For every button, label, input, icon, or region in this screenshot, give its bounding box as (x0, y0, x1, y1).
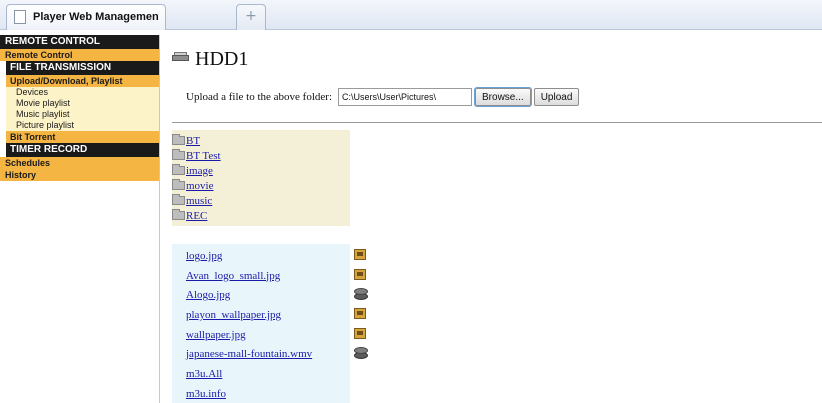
file-row: logo.jpg (172, 246, 366, 266)
disc-icon[interactable] (354, 347, 368, 360)
folder-link-bt-test[interactable]: BT Test (186, 150, 221, 162)
upload-label: Upload a file to the above folder: (186, 91, 333, 103)
file-row: Alogo.jpg (172, 285, 368, 305)
sidebar-item-remote-control[interactable]: Remote Control (0, 49, 159, 61)
nav-header-remote-control: REMOTE CONTROL (0, 35, 159, 49)
folder-icon (172, 179, 185, 190)
folder-link-bt[interactable]: BT (186, 135, 200, 147)
folder-link-rec[interactable]: REC (186, 210, 207, 222)
folder-row[interactable]: music (172, 193, 350, 208)
sidebar-item-picture-playlist[interactable]: Picture playlist (6, 120, 159, 131)
upload-file-path-input[interactable] (338, 88, 473, 106)
photo-icon[interactable] (354, 308, 366, 320)
sidebar-item-history[interactable]: History (0, 169, 159, 181)
file-link-m3u-info[interactable]: m3u.info (186, 388, 226, 400)
sidebar-item-music-playlist[interactable]: Music playlist (6, 109, 159, 120)
sidebar-item-movie-playlist[interactable]: Movie playlist (6, 98, 159, 109)
upload-form: Upload a file to the above folder: Brows… (186, 86, 580, 108)
file-link-japanese-mall-fountain-wmv[interactable]: japanese-mall-fountain.wmv (186, 348, 312, 360)
photo-icon[interactable] (354, 327, 366, 339)
file-link-avan-logo-small-jpg[interactable]: Avan_logo_small.jpg (186, 270, 280, 282)
hdd-icon (172, 51, 189, 61)
file-row: Avan_logo_small.jpg (172, 266, 366, 286)
folder-row[interactable]: BT Test (172, 148, 350, 163)
file-link-playon-wallpaper-jpg[interactable]: playon_wallpaper.jpg (186, 309, 281, 321)
upload-button[interactable]: Upload (533, 88, 580, 106)
folder-link-music[interactable]: music (186, 195, 212, 207)
folder-icon (172, 209, 185, 220)
file-row: wallpaper.jpg (172, 325, 366, 345)
browse-button[interactable]: Browse... (474, 87, 532, 107)
browser-tab-title: Player Web Management (33, 11, 159, 23)
folder-row[interactable]: REC (172, 208, 350, 223)
folder-icon (172, 194, 185, 205)
folder-icon (172, 134, 185, 145)
new-tab-button[interactable]: + (236, 4, 266, 30)
sidebar-item-upload-download[interactable]: Upload/Download, Playlist (6, 75, 159, 87)
file-row: m3u.info (172, 384, 350, 403)
file-row: japanese-mall-fountain.wmv (172, 344, 368, 364)
folder-row[interactable]: image (172, 163, 350, 178)
photo-icon[interactable] (354, 249, 366, 260)
folder-icon (172, 164, 185, 175)
disc-icon[interactable] (354, 288, 368, 301)
sidebar-nav: REMOTE CONTROL Remote Control FILE TRANS… (0, 35, 160, 403)
nav-header-timer-record: TIMER RECORD (6, 143, 159, 157)
plus-icon: + (245, 8, 257, 24)
file-row: playon_wallpaper.jpg (172, 305, 366, 325)
folder-link-movie[interactable]: movie (186, 180, 214, 192)
folder-list: BT BT Test image movie music REC (172, 130, 350, 226)
file-list: logo.jpg Avan_logo_small.jpg Alogo.jpg p… (172, 244, 368, 403)
photo-icon[interactable] (354, 268, 366, 280)
sidebar-item-schedules[interactable]: Schedules (0, 157, 159, 169)
file-row: m3u.All (172, 364, 350, 384)
file-link-wallpaper-jpg[interactable]: wallpaper.jpg (186, 329, 246, 341)
folder-icon (172, 149, 185, 160)
nav-header-file-transmission: FILE TRANSMISSION (6, 61, 159, 75)
folder-row[interactable]: BT (172, 133, 350, 148)
folder-link-image[interactable]: image (186, 165, 213, 177)
sidebar-item-devices[interactable]: Devices (6, 87, 159, 98)
file-link-alogo-jpg[interactable]: Alogo.jpg (186, 289, 230, 301)
page-icon (14, 10, 26, 24)
page-title-text: HDD1 (195, 47, 249, 70)
file-link-logo-jpg[interactable]: logo.jpg (186, 250, 222, 262)
file-link-m3u-all[interactable]: m3u.All (186, 368, 222, 380)
browser-tab-player-web-management[interactable]: Player Web Management (6, 4, 166, 30)
browser-tab-strip: Player Web Management + (0, 0, 822, 30)
sidebar-item-bit-torrent[interactable]: Bit Torrent (6, 131, 159, 143)
page-title: HDD1 (172, 46, 248, 72)
folder-row[interactable]: movie (172, 178, 350, 193)
divider (172, 122, 822, 123)
